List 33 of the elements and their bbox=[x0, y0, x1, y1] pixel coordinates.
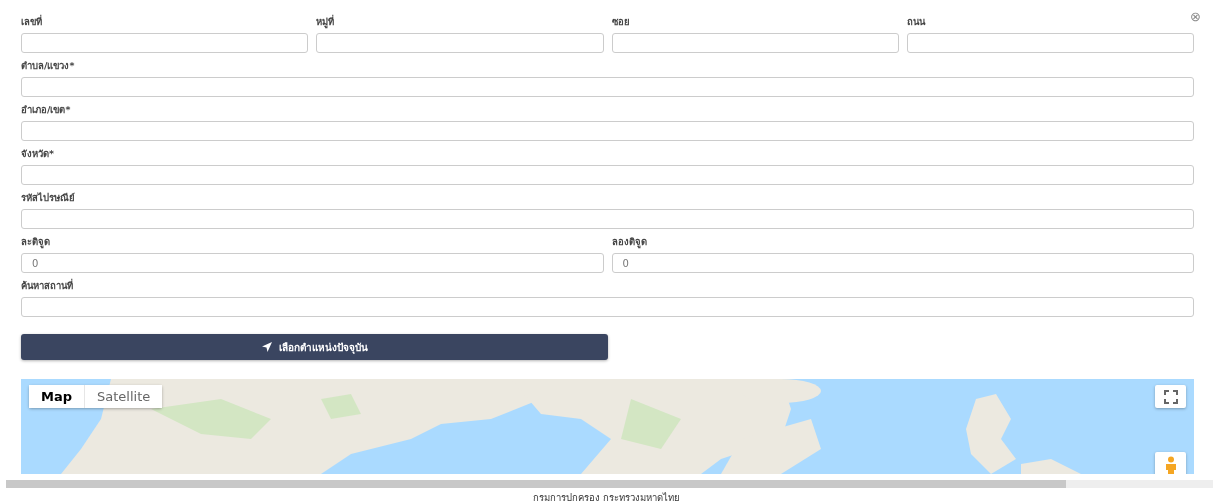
field-label: ถนน bbox=[906, 15, 927, 29]
input-field[interactable] bbox=[21, 121, 1194, 141]
input-field[interactable] bbox=[21, 297, 1194, 317]
map-type-tab[interactable]: Satellite bbox=[84, 385, 163, 408]
input-field[interactable]: 0 bbox=[611, 253, 1194, 273]
input-field[interactable] bbox=[906, 33, 1194, 53]
input-field[interactable]: 0 bbox=[21, 253, 604, 273]
input-field[interactable] bbox=[21, 33, 309, 53]
person-icon bbox=[1164, 456, 1177, 474]
footer-text: กรมการปกครอง กระทรวงมหาดไทย bbox=[533, 492, 680, 503]
field-label: รหัสไปรษณีย์ bbox=[21, 191, 76, 205]
map-type-tab[interactable]: Map bbox=[29, 385, 84, 408]
fullscreen-icon bbox=[1163, 389, 1178, 404]
scrollbar[interactable] bbox=[6, 480, 1213, 488]
field-label: ตำบล/แขวง* bbox=[21, 59, 76, 73]
field-label: อำเภอ/เขต* bbox=[21, 103, 72, 117]
field-label: จังหวัด* bbox=[21, 147, 55, 161]
field-label: ซอย bbox=[611, 15, 631, 29]
field-label: ลองติจูด bbox=[611, 235, 648, 249]
locate-button[interactable]: เลือกตำแหน่งปัจจุบัน bbox=[21, 334, 608, 360]
fullscreen-button[interactable] bbox=[1155, 385, 1186, 408]
street-view-button[interactable] bbox=[1155, 452, 1186, 474]
input-field[interactable] bbox=[611, 33, 899, 53]
input-field[interactable] bbox=[316, 33, 604, 53]
field-label: ค้นหาสถานที่ bbox=[21, 278, 74, 293]
field-label: หมู่ที่ bbox=[316, 14, 336, 29]
input-field[interactable] bbox=[21, 77, 1194, 97]
input-field[interactable] bbox=[21, 209, 1194, 229]
navigation-arrow-icon bbox=[261, 341, 273, 353]
close-button[interactable]: ⊗ bbox=[1190, 10, 1201, 24]
input-field[interactable] bbox=[21, 165, 1194, 185]
field-label: ละติจูด bbox=[21, 235, 51, 249]
field-label: เลขที่ bbox=[21, 14, 43, 29]
